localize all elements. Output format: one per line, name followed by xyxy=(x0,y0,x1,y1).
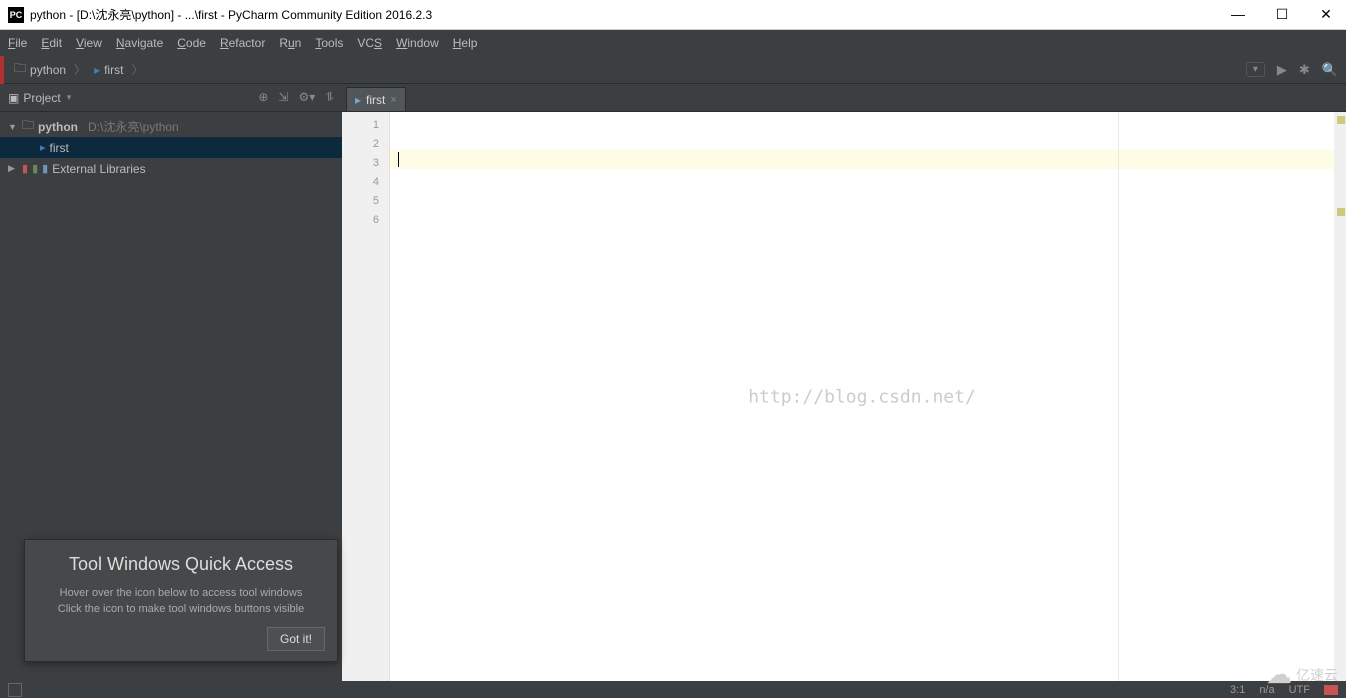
run-config-dropdown[interactable]: ▾ xyxy=(1246,62,1265,77)
text-caret xyxy=(398,152,399,167)
cloud-icon: ☁ xyxy=(1266,659,1292,690)
tree-ext-lib-label: External Libraries xyxy=(52,162,145,176)
line-number: 5 xyxy=(342,192,379,211)
tree-project-root[interactable]: ▼ 🗀 python D:\沈永亮\python xyxy=(0,116,342,137)
library-icon-3: ▮ xyxy=(42,162,48,175)
scroll-to-source-icon[interactable]: ⊕ xyxy=(258,90,268,105)
hide-icon[interactable]: ⥮ xyxy=(325,90,334,105)
settings-icon[interactable]: ⚙▾ xyxy=(298,90,315,105)
menu-view[interactable]: View xyxy=(76,36,102,50)
python-file-icon: ▸ xyxy=(40,141,46,154)
breadcrumb-separator: 〉 xyxy=(74,61,86,78)
project-tool-label: Project xyxy=(23,91,60,105)
menu-tools[interactable]: Tools xyxy=(315,36,343,50)
stripe-marker[interactable] xyxy=(1337,116,1345,124)
tree-root-name: python xyxy=(38,120,78,134)
code-line-1[interactable] xyxy=(390,112,1334,131)
folder-icon: 🗀 xyxy=(22,116,34,137)
project-tree: ▼ 🗀 python D:\沈永亮\python ▸ first ▶ ▮ ▮ ▮ E… xyxy=(0,112,342,183)
tree-root-path: D:\沈永亮\python xyxy=(88,118,179,135)
library-icon-2: ▮ xyxy=(32,162,38,175)
pycharm-icon: PC xyxy=(8,7,24,23)
cursor-position[interactable]: 3:1 xyxy=(1230,684,1245,696)
menu-code[interactable]: Code xyxy=(177,36,206,50)
menu-vcs[interactable]: VCS xyxy=(357,36,382,50)
minimize-button[interactable]: — xyxy=(1226,6,1250,23)
expand-arrow-icon[interactable]: ▶ xyxy=(8,163,18,174)
editor-tab-first[interactable]: ▸ first × xyxy=(346,87,406,111)
menu-refactor[interactable]: Refactor xyxy=(220,36,265,50)
breadcrumb-root-label: python xyxy=(30,63,66,77)
watermark-text: http://blog.csdn.net/ xyxy=(748,386,976,407)
code-line-4[interactable] xyxy=(390,169,1334,188)
line-number: 3 xyxy=(342,154,379,173)
tooltip-gotit-button[interactable]: Got it! xyxy=(267,627,325,651)
menu-navigate[interactable]: Navigate xyxy=(116,36,163,50)
stripe-marker[interactable] xyxy=(1337,208,1345,216)
line-gutter: 1 2 3 4 5 6 xyxy=(342,112,390,681)
menu-edit[interactable]: Edit xyxy=(41,36,62,50)
python-file-icon: ▸ xyxy=(94,63,100,77)
menu-file[interactable]: File xyxy=(8,36,27,50)
code-line-6[interactable] xyxy=(390,207,1334,226)
line-number: 2 xyxy=(342,135,379,154)
navigation-bar: 🗀 python 〉 ▸ first 〉 ▾ ▶ ✱ 🔍 xyxy=(0,56,1346,84)
code-line-2[interactable] xyxy=(390,131,1334,150)
editor[interactable]: 1 2 3 4 5 6 http://blog.csdn.net/ xyxy=(342,112,1346,681)
breadcrumb-root[interactable]: 🗀 python xyxy=(8,57,72,82)
editor-area: ▸ first × 1 2 3 4 5 6 xyxy=(342,84,1346,681)
titlebar: PC python - [D:\沈永亮\python] - ...\first … xyxy=(0,0,1346,30)
library-icon: ▮ xyxy=(22,162,28,175)
error-stripe[interactable] xyxy=(1334,112,1346,681)
breadcrumb-separator-end: 〉 xyxy=(131,61,143,78)
tab-close-icon[interactable]: × xyxy=(390,94,396,106)
tree-file-first[interactable]: ▸ first xyxy=(0,137,342,158)
window-title: python - [D:\沈永亮\python] - ...\first - P… xyxy=(30,6,432,23)
menu-run[interactable]: Run xyxy=(279,36,301,50)
expand-arrow-icon[interactable]: ▼ xyxy=(8,122,18,132)
project-view-dropdown[interactable]: ▾ xyxy=(67,92,72,103)
editor-tabs: ▸ first × xyxy=(342,84,1346,112)
project-tool-icon: ▣ xyxy=(8,91,19,105)
main-area: ▣ Project ▾ ⊕ ⇲ ⚙▾ ⥮ ▼ 🗀 python D:\沈永亮\p… xyxy=(0,84,1346,681)
breadcrumb-file[interactable]: ▸ first xyxy=(88,61,129,79)
python-file-icon: ▸ xyxy=(355,93,361,107)
line-number: 4 xyxy=(342,173,379,192)
debug-icon[interactable]: ✱ xyxy=(1299,62,1310,78)
menu-window[interactable]: Window xyxy=(396,36,439,50)
line-number: 1 xyxy=(342,116,379,135)
tool-windows-tooltip: Tool Windows Quick Access Hover over the… xyxy=(24,539,338,662)
window-controls: — ☐ ✕ xyxy=(1226,6,1338,23)
code-line-3-active[interactable] xyxy=(390,150,1334,169)
tree-external-libraries[interactable]: ▶ ▮ ▮ ▮ External Libraries xyxy=(0,158,342,179)
code-line-5[interactable] xyxy=(390,188,1334,207)
cloud-text: 亿速云 xyxy=(1296,665,1338,685)
menubar: File Edit View Navigate Code Refactor Ru… xyxy=(0,30,1346,56)
close-button[interactable]: ✕ xyxy=(1314,6,1338,23)
right-margin-guide xyxy=(1118,112,1119,681)
tree-file-label: first xyxy=(50,141,69,155)
breadcrumb-file-label: first xyxy=(104,63,123,77)
collapse-all-icon[interactable]: ⇲ xyxy=(278,90,288,105)
project-header-actions: ⊕ ⇲ ⚙▾ ⥮ xyxy=(258,90,334,105)
tab-label: first xyxy=(366,93,385,107)
project-tool-header: ▣ Project ▾ ⊕ ⇲ ⚙▾ ⥮ xyxy=(0,84,342,112)
project-tool-window: ▣ Project ▾ ⊕ ⇲ ⚙▾ ⥮ ▼ 🗀 python D:\沈永亮\p… xyxy=(0,84,342,681)
tooltip-line2: Click the icon to make tool windows butt… xyxy=(37,601,325,617)
cloud-watermark: ☁ 亿速云 xyxy=(1266,659,1338,690)
tool-window-toggle-button[interactable] xyxy=(8,683,22,697)
status-bar: 3:1 n/a UTF xyxy=(0,681,1346,698)
navbar-right-controls: ▾ ▶ ✱ 🔍 xyxy=(1246,62,1338,78)
tooltip-line1: Hover over the icon below to access tool… xyxy=(37,585,325,601)
search-icon[interactable]: 🔍 xyxy=(1322,62,1338,78)
menu-help[interactable]: Help xyxy=(453,36,478,50)
code-area[interactable]: http://blog.csdn.net/ xyxy=(390,112,1334,681)
folder-icon: 🗀 xyxy=(14,59,26,80)
line-number: 6 xyxy=(342,211,379,230)
tooltip-title: Tool Windows Quick Access xyxy=(37,554,325,575)
run-icon[interactable]: ▶ xyxy=(1277,62,1287,78)
maximize-button[interactable]: ☐ xyxy=(1270,6,1294,23)
